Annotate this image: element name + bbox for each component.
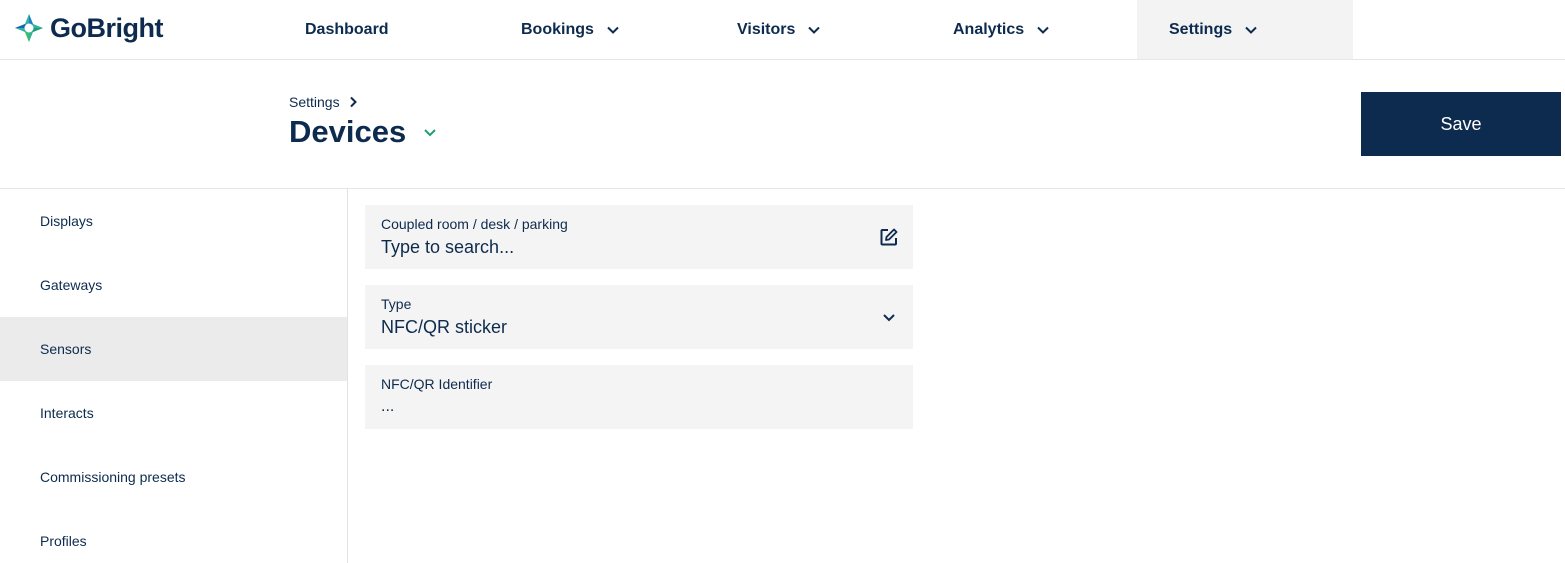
nav-analytics-label: Analytics	[953, 20, 1025, 38]
nav-bookings-label: Bookings	[521, 20, 594, 38]
gobright-logo-icon	[15, 14, 43, 42]
edit-icon[interactable]	[879, 227, 899, 247]
sidebar-item-label: Interacts	[40, 405, 94, 421]
type-select[interactable]: Type NFC/QR sticker	[365, 285, 913, 349]
settings-sidebar: Displays Gateways Sensors Interacts Comm…	[0, 189, 348, 563]
nav-visitors-label: Visitors	[737, 20, 796, 38]
sidebar-item-label: Commissioning presets	[40, 469, 186, 485]
sidebar-item-sensors[interactable]: Sensors	[0, 317, 347, 381]
coupled-room-input[interactable]: Type to search...	[381, 235, 897, 259]
chevron-down-icon	[607, 26, 619, 34]
gobright-logo[interactable]: GoBright	[14, 10, 163, 46]
chevron-down-icon	[424, 129, 436, 137]
page-title-dropdown[interactable]: Devices	[289, 114, 438, 150]
nav-dashboard-label: Dashboard	[305, 20, 389, 38]
sidebar-item-label: Sensors	[40, 341, 92, 357]
nav-analytics[interactable]: Analytics	[921, 0, 1137, 59]
nav-settings-label: Settings	[1169, 20, 1233, 38]
top-navigation: GoBright Dashboard Bookings Visitors Ana…	[0, 0, 1565, 60]
breadcrumb-settings-link[interactable]: Settings	[289, 94, 340, 110]
nav-visitors[interactable]: Visitors	[705, 0, 921, 59]
sidebar-item-gateways[interactable]: Gateways	[0, 253, 347, 317]
breadcrumb: Settings	[289, 94, 358, 110]
sidebar-item-commissioning-presets[interactable]: Commissioning presets	[0, 445, 347, 509]
type-selected-value: NFC/QR sticker	[381, 317, 507, 337]
chevron-down-icon	[808, 26, 821, 34]
chevron-right-icon	[349, 96, 357, 108]
sidebar-item-interacts[interactable]: Interacts	[0, 381, 347, 445]
chevron-down-icon	[1245, 26, 1257, 34]
chevron-down-icon	[1037, 26, 1049, 34]
sidebar-item-profiles[interactable]: Profiles	[0, 509, 347, 563]
nav-dashboard[interactable]: Dashboard	[273, 0, 489, 59]
chevron-down-icon	[883, 314, 895, 322]
sidebar-item-displays[interactable]: Displays	[0, 189, 347, 253]
nfc-qr-identifier-field[interactable]: NFC/QR Identifier ...	[365, 365, 913, 429]
nav-bookings[interactable]: Bookings	[489, 0, 705, 59]
page-title: Devices	[289, 114, 407, 149]
sidebar-item-label: Gateways	[40, 277, 103, 293]
sidebar-item-label: Profiles	[40, 533, 87, 549]
nav-settings[interactable]: Settings	[1137, 0, 1353, 59]
coupled-room-search-field[interactable]: Coupled room / desk / parking Type to se…	[365, 205, 913, 269]
nfc-qr-identifier-value[interactable]: ...	[381, 395, 897, 419]
type-label: Type	[381, 296, 412, 312]
save-button[interactable]: Save	[1361, 92, 1561, 156]
nfc-qr-identifier-label: NFC/QR Identifier	[381, 376, 493, 392]
sidebar-item-label: Displays	[40, 213, 93, 229]
coupled-room-label: Coupled room / desk / parking	[381, 216, 568, 232]
logo-text: GoBright	[50, 12, 163, 43]
